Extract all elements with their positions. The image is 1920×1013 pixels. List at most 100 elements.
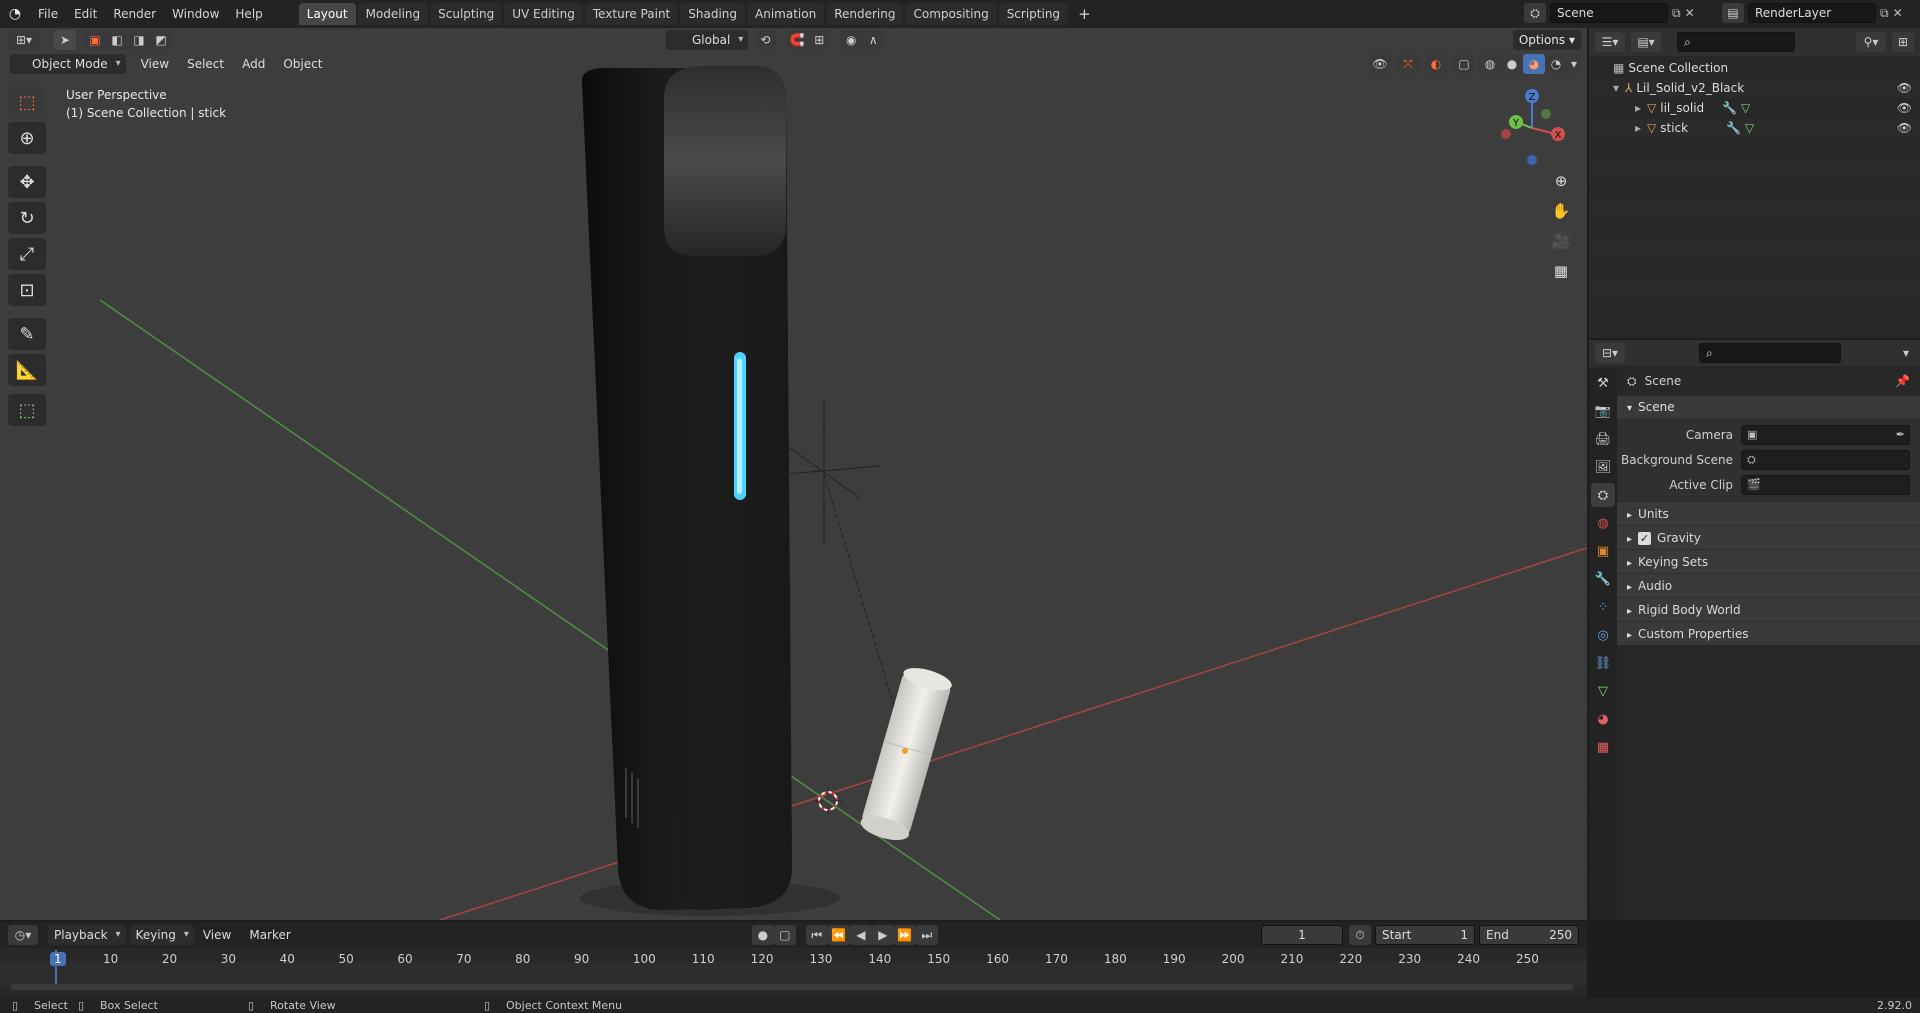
object-tab-icon[interactable]: ▣ (1591, 539, 1615, 563)
tab-animation[interactable]: Animation (747, 3, 825, 25)
world-tab-icon[interactable]: ◍ (1591, 511, 1615, 535)
delete-scene-icon[interactable]: ✕ (1685, 6, 1695, 20)
outliner-row-stick[interactable]: ▸ ▽ stick 🔧 ▽ 👁 (1589, 118, 1920, 138)
tab-modeling[interactable]: Modeling (357, 3, 429, 25)
visibility-eye-icon[interactable]: 👁 (1897, 118, 1912, 138)
record-icon[interactable]: ● (751, 925, 774, 945)
navigation-gizmo[interactable]: Z Y X (1496, 84, 1568, 170)
menu-edit[interactable]: Edit (66, 0, 105, 28)
panel-scene-header[interactable]: ▾ Scene (1617, 396, 1920, 418)
add-workspace-button[interactable]: + (1070, 0, 1099, 28)
properties-search-input[interactable]: ⌕ (1699, 343, 1841, 363)
outliner-row-lil-solid[interactable]: ▸ ▽ lil_solid 🔧 ▽ 👁 (1589, 98, 1920, 118)
tab-rendering[interactable]: Rendering (826, 3, 904, 25)
select-tool-icon[interactable]: ➤ (54, 30, 76, 50)
select-mode-new-icon[interactable]: ▣ (84, 30, 106, 50)
prev-keyframe-icon[interactable]: ⏪ (827, 925, 850, 945)
outliner-row-scene-collection[interactable]: ▦ Scene Collection (1589, 58, 1920, 78)
timeline-scrollbar[interactable] (10, 984, 1574, 990)
panel-rigid-body-world[interactable]: ▸ Rigid Body World (1617, 597, 1920, 621)
expand-arrow-icon[interactable]: ▸ (1635, 101, 1641, 115)
transform-orientation-dropdown[interactable]: Global (666, 30, 749, 50)
scene-icon[interactable]: ⛭ (1524, 3, 1546, 23)
panel-gravity[interactable]: ▸ ✓ Gravity (1617, 525, 1920, 549)
background-scene-field[interactable]: ⛭ (1741, 449, 1910, 470)
panel-custom-properties[interactable]: ▸ Custom Properties (1617, 621, 1920, 645)
panel-units[interactable]: ▸ Units (1617, 501, 1920, 525)
current-frame-field[interactable]: 1 (1261, 925, 1343, 945)
pivot-point-icon[interactable]: ⟲ (754, 30, 777, 50)
jump-start-icon[interactable]: ⏮ (805, 925, 828, 945)
new-scene-icon[interactable]: ⧉ (1672, 6, 1681, 21)
zoom-icon[interactable]: ⊕ (1548, 168, 1574, 194)
transform-tool-icon[interactable]: ⊡ (8, 274, 46, 306)
viewport-menu-select[interactable]: Select (178, 57, 233, 71)
panel-audio[interactable]: ▸ Audio (1617, 573, 1920, 597)
keying-dropdown[interactable]: Keying (129, 925, 194, 945)
texture-tab-icon[interactable]: ▦ (1591, 735, 1615, 759)
outliner-row-collection[interactable]: ▾ ⅄ Lil_Solid_v2_Black 👁 (1589, 78, 1920, 98)
select-mode-extend-icon[interactable]: ◧ (106, 30, 128, 50)
annotate-tool-icon[interactable]: ✎ (8, 318, 46, 350)
filter-icon[interactable]: ⚲▾ (1856, 32, 1886, 52)
physics-tab-icon[interactable]: ◎ (1591, 623, 1615, 647)
shading-options-icon[interactable]: ▾ (1567, 54, 1581, 74)
outliner-editor-icon[interactable]: ☰▾ (1595, 32, 1625, 52)
auto-key-icon[interactable]: ▢ (773, 925, 796, 945)
viewport-menu-object[interactable]: Object (274, 57, 331, 71)
scale-tool-icon[interactable]: ⤢ (8, 238, 46, 270)
falloff-icon[interactable]: ∧ (862, 30, 885, 50)
jump-end-icon[interactable]: ⏭ (915, 925, 938, 945)
expand-arrow-icon[interactable]: ▾ (1613, 81, 1619, 95)
select-mode-invert-icon[interactable]: ◩ (150, 30, 172, 50)
tool-tab-icon[interactable]: ⚒ (1591, 371, 1615, 395)
renderlayer-field[interactable]: RenderLayer (1748, 3, 1876, 23)
menu-render[interactable]: Render (105, 0, 164, 28)
constraints-tab-icon[interactable]: ⛓ (1591, 651, 1615, 675)
delete-layer-icon[interactable]: ✕ (1893, 6, 1903, 20)
timeline-menu-marker[interactable]: Marker (240, 928, 299, 942)
material-tab-icon[interactable]: ◕ (1591, 707, 1615, 731)
select-box-tool-icon[interactable]: ⬚ (8, 86, 46, 118)
overlay-toggle-icon[interactable]: ◐ (1425, 54, 1447, 74)
tab-layout[interactable]: Layout (298, 3, 356, 25)
measure-tool-icon[interactable]: 📐 (8, 354, 46, 386)
output-tab-icon[interactable]: 🖨 (1591, 427, 1615, 451)
move-tool-icon[interactable]: ✥ (8, 166, 46, 198)
active-clip-field[interactable]: 🎬 (1741, 474, 1910, 495)
data-tab-icon[interactable]: ▽ (1591, 679, 1615, 703)
properties-options-icon[interactable]: ▾ (1898, 343, 1914, 363)
cursor-tool-icon[interactable]: ⊕ (8, 122, 46, 154)
mode-dropdown[interactable]: Object Mode (10, 54, 126, 74)
viewport-menu-add[interactable]: Add (233, 57, 274, 71)
expand-arrow-icon[interactable]: ▸ (1635, 121, 1641, 135)
modifier-tab-icon[interactable]: 🔧 (1591, 567, 1615, 591)
tab-uv-editing[interactable]: UV Editing (504, 3, 583, 25)
timeline-menu-view[interactable]: View (194, 928, 240, 942)
view-layer-tab-icon[interactable]: 🖼 (1591, 455, 1615, 479)
render-tab-icon[interactable]: 📷 (1591, 399, 1615, 423)
rotate-tool-icon[interactable]: ↻ (8, 202, 46, 234)
tab-texture-paint[interactable]: Texture Paint (584, 3, 679, 25)
timeline-editor-icon[interactable]: ◷▾ (8, 925, 38, 945)
shading-material-icon[interactable]: ◕ (1523, 54, 1545, 74)
properties-editor-icon[interactable]: ⊟▾ (1595, 343, 1625, 363)
play-icon[interactable]: ▶ (871, 925, 894, 945)
visibility-icon[interactable]: 👁 (1369, 54, 1391, 74)
scene-field[interactable]: Scene (1550, 3, 1668, 23)
options-dropdown[interactable]: Options ▾ (1512, 30, 1581, 50)
tab-sculpting[interactable]: Sculpting (430, 3, 503, 25)
shading-wireframe-icon[interactable]: ◍ (1479, 54, 1501, 74)
shading-solid-icon[interactable]: ● (1501, 54, 1523, 74)
gizmo-toggle-icon[interactable]: ⤧ (1397, 54, 1419, 74)
new-layer-icon[interactable]: ⧉ (1880, 6, 1889, 21)
pan-hand-icon[interactable]: ✋ (1548, 198, 1574, 224)
snap-icon[interactable]: 🧲 (786, 30, 809, 50)
select-mode-subtract-icon[interactable]: ◨ (128, 30, 150, 50)
start-frame-field[interactable]: Start 1 (1375, 925, 1475, 945)
scene-tab-icon[interactable]: ⛭ (1591, 483, 1615, 507)
perspective-grid-icon[interactable]: ▦ (1548, 258, 1574, 284)
new-collection-icon[interactable]: ⊞ (1892, 32, 1914, 52)
visibility-eye-icon[interactable]: 👁 (1897, 78, 1912, 98)
pin-icon[interactable]: 📌 (1895, 374, 1910, 388)
